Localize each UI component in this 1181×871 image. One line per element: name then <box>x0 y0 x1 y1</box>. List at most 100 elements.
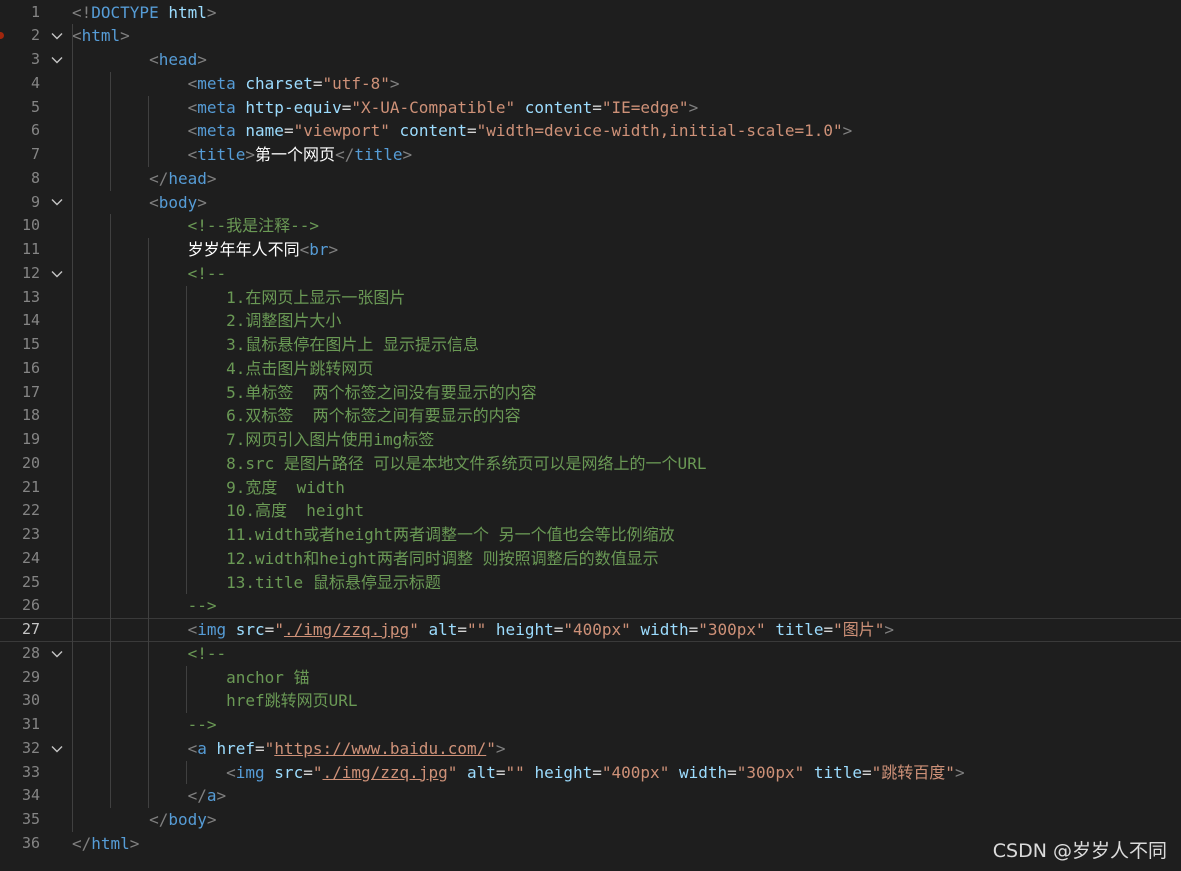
line-number: 11 <box>21 240 40 258</box>
attribute-token: title <box>775 620 824 639</box>
code-line[interactable]: 4 <meta charset="utf-8"> <box>0 72 1181 96</box>
punctuation-token: > <box>129 833 140 853</box>
comment-token: 11.width或者height两者调整一个 另一个值也会等比例缩放 <box>226 525 675 544</box>
code-content: 6.双标签 两个标签之间有要显示的内容 <box>72 404 1181 428</box>
line-number: 35 <box>21 810 40 828</box>
line-number: 31 <box>21 715 40 733</box>
code-line[interactable]: 26 --> <box>0 594 1181 618</box>
code-line[interactable]: 27 <img src="./img/zzq.jpg" alt="" heigh… <box>0 618 1181 642</box>
code-editor[interactable]: 1 <!DOCTYPE html> 2 <html> 3 <head> 4 <meta c… <box>0 0 1181 871</box>
code-line[interactable]: 7 <title>第一个网页</title> <box>0 143 1181 167</box>
string-token: "X-UA-Compatible" <box>351 97 516 117</box>
code-content: <img src="./img/zzq.jpg" alt="" height="… <box>72 761 1181 785</box>
punctuation-token: > <box>245 145 256 164</box>
chevron-down-icon[interactable] <box>50 642 64 666</box>
string-token: " <box>486 738 496 758</box>
code-line[interactable]: 1 <!DOCTYPE html> <box>0 1 1181 25</box>
punctuation-token: > <box>206 810 217 829</box>
attribute-token: http-equiv <box>245 97 342 117</box>
punctuation-token: <! <box>72 2 92 22</box>
punctuation-token: > <box>206 2 217 22</box>
code-line[interactable]: 29 anchor 锚 <box>0 666 1181 690</box>
code-content: 2.调整图片大小 <box>72 309 1181 333</box>
code-line[interactable]: 34 </a> <box>0 784 1181 808</box>
code-line[interactable]: 30 href跳转网页URL <box>0 689 1181 713</box>
line-number: 18 <box>21 406 40 425</box>
link-token[interactable]: https://www.baidu.com/ <box>274 739 486 758</box>
code-line[interactable]: 9 <body> <box>0 191 1181 215</box>
code-content: 11.width或者height两者调整一个 另一个值也会等比例缩放 <box>72 523 1181 547</box>
code-line[interactable]: 10 <!--我是注释--> <box>0 214 1181 238</box>
string-token: "utf-8" <box>322 73 390 93</box>
code-line[interactable]: 19 7.网页引入图片使用img标签 <box>0 428 1181 452</box>
punctuation-token: > <box>216 786 227 806</box>
comment-token: <!--我是注释--> <box>187 216 320 236</box>
code-line[interactable]: 20 8.src 是图片路径 可以是本地文件系统页可以是网络上的一个URL <box>0 452 1181 476</box>
code-line[interactable]: 21 9.宽度 width <box>0 476 1181 500</box>
code-line[interactable]: 14 2.调整图片大小 <box>0 309 1181 333</box>
code-line[interactable]: 11 岁岁年年人不同<br> <box>0 238 1181 262</box>
tag-token: img <box>197 620 236 639</box>
csdn-watermark: CSDN @岁岁人不同 <box>992 840 1167 862</box>
code-line[interactable]: 22 10.高度 height <box>0 499 1181 523</box>
tag-token: html <box>81 26 121 46</box>
string-token: "width=device-width,initial-scale=1.0" <box>476 121 843 141</box>
tag-token: head <box>168 168 207 188</box>
line-number: 12 <box>21 263 40 282</box>
code-content: </head> <box>72 167 1181 191</box>
code-line[interactable]: 35 </body> <box>0 808 1181 832</box>
chevron-down-icon[interactable] <box>50 191 64 215</box>
code-line[interactable]: 18 6.双标签 两个标签之间有要显示的内容 <box>0 404 1181 428</box>
code-content: </a> <box>72 784 1181 808</box>
punctuation-token: </ <box>149 168 169 188</box>
attribute-token: href <box>216 738 256 758</box>
whitespace-token: = <box>727 762 737 782</box>
code-line[interactable]: 3 <head> <box>0 48 1181 72</box>
code-line[interactable]: 5 <meta http-equiv="X-UA-Compatible" con… <box>0 96 1181 120</box>
line-number: 29 <box>21 667 40 686</box>
code-line[interactable]: 31 --> <box>0 713 1181 737</box>
comment-token: 8.src 是图片路径 可以是本地文件系统页可以是网络上的一个URL <box>226 453 707 473</box>
code-line[interactable]: 12 <!-- <box>0 262 1181 286</box>
code-line[interactable]: 23 11.width或者height两者调整一个 另一个值也会等比例缩放 <box>0 523 1181 547</box>
punctuation-token: </ <box>335 145 355 164</box>
chevron-down-icon[interactable] <box>50 24 64 48</box>
code-content: <head> <box>72 48 1181 72</box>
code-line[interactable]: 2 <html> <box>0 24 1181 48</box>
chevron-down-icon[interactable] <box>50 262 64 286</box>
text-token: 岁岁年年人不同 <box>187 240 300 259</box>
code-line[interactable]: 6 <meta name="viewport" content="width=d… <box>0 119 1181 143</box>
code-line[interactable]: 24 12.width和height两者同时调整 则按照调整后的数值显示 <box>0 547 1181 571</box>
punctuation-token: < <box>187 121 198 141</box>
code-content: <img src="./img/zzq.jpg" alt="" height="… <box>72 618 1181 642</box>
chevron-down-icon[interactable] <box>50 48 64 72</box>
link-token[interactable]: ./img/zzq.jpg <box>322 763 447 782</box>
code-content: anchor 锚 <box>72 666 1181 690</box>
string-token: "" <box>505 762 525 782</box>
link-token[interactable]: ./img/zzq.jpg <box>284 620 409 639</box>
code-line[interactable]: 32 <a href="https://www.baidu.com/"> <box>0 737 1181 761</box>
code-line[interactable]: 17 5.单标签 两个标签之间没有要显示的内容 <box>0 381 1181 405</box>
code-line[interactable]: 15 3.鼠标悬停在图片上 显示提示信息 <box>0 333 1181 357</box>
code-line[interactable]: 16 4.点击图片跳转网页 <box>0 357 1181 381</box>
line-number: 3 <box>30 50 40 68</box>
code-line[interactable]: 28 <!-- <box>0 642 1181 666</box>
code-content: href跳转网页URL <box>72 689 1181 713</box>
code-line[interactable]: 25 13.title 鼠标悬停显示标题 <box>0 571 1181 595</box>
code-line[interactable]: 8 </head> <box>0 167 1181 191</box>
code-line[interactable]: 13 1.在网页上显示一张图片 <box>0 286 1181 310</box>
tag-token: img <box>235 762 275 782</box>
comment-token: href跳转网页URL <box>226 691 358 711</box>
chevron-down-icon[interactable] <box>50 737 64 761</box>
whitespace-token: = <box>457 620 468 639</box>
code-line[interactable]: 33 <img src="./img/zzq.jpg" alt="" heigh… <box>0 761 1181 785</box>
line-number: 34 <box>21 786 40 805</box>
indent-guide <box>186 285 187 595</box>
